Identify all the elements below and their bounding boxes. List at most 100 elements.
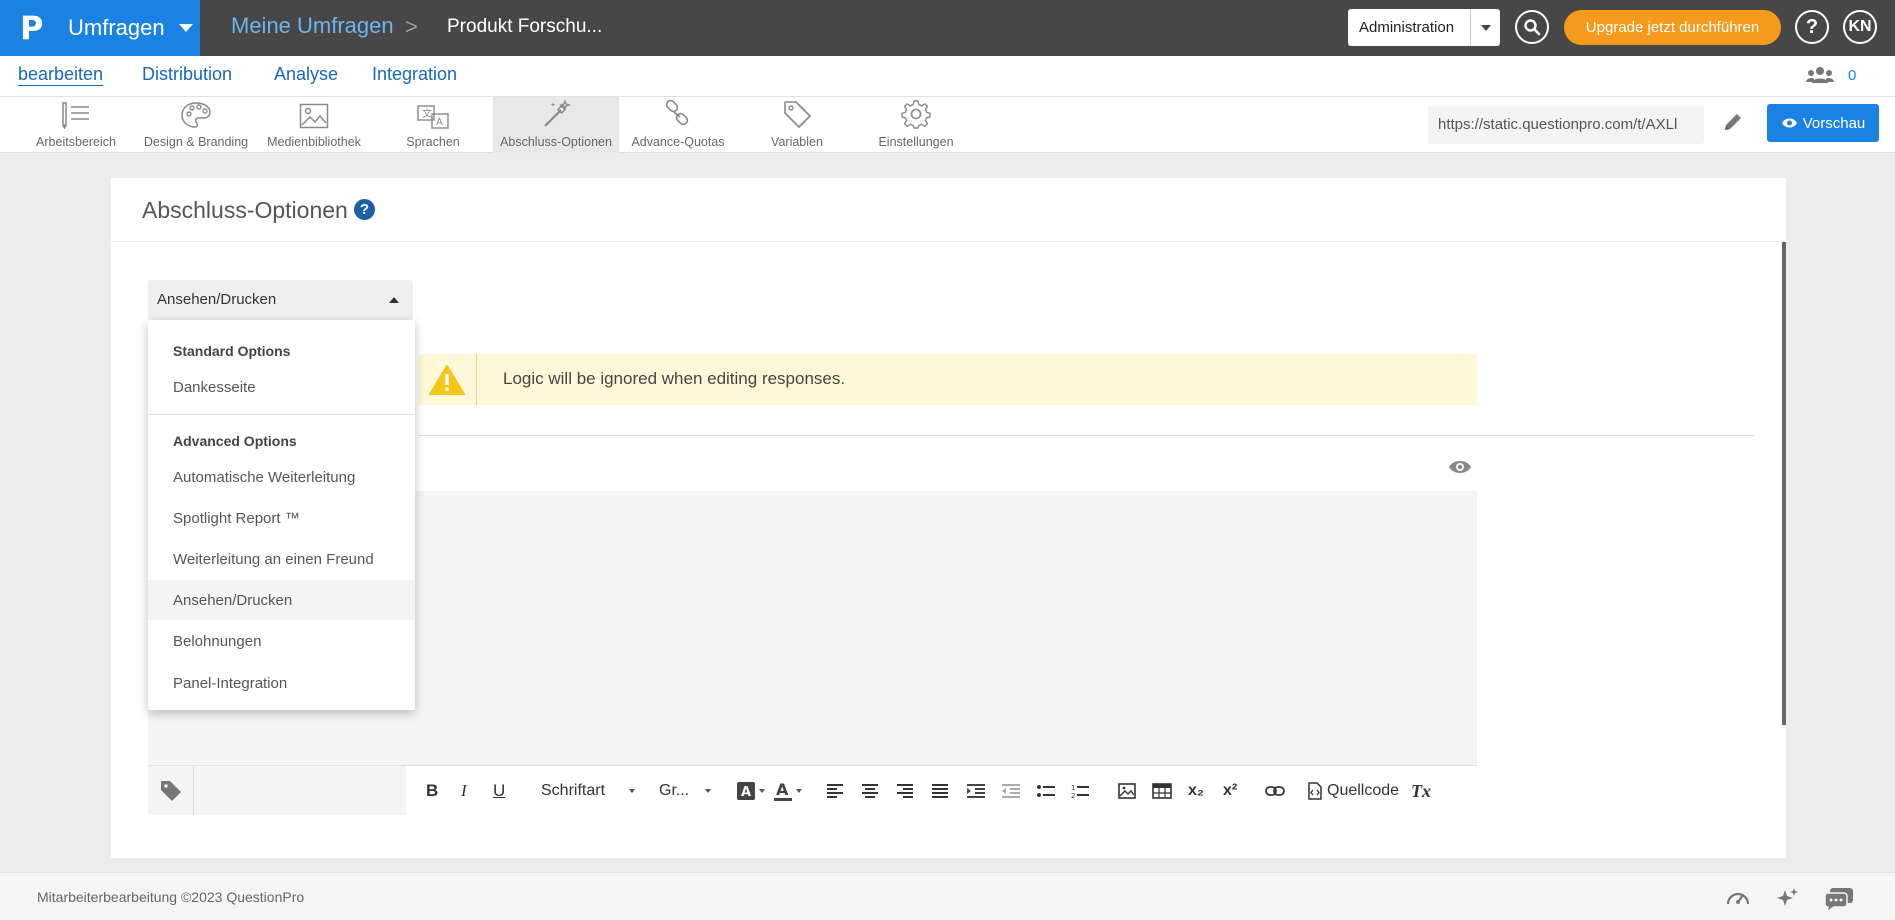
breadcrumb-home[interactable]: Meine Umfragen bbox=[231, 13, 394, 39]
menu-item-forward-friend[interactable]: Weiterleitung an einen Freund bbox=[148, 539, 415, 579]
edit-url-button[interactable] bbox=[1722, 111, 1744, 138]
image-icon bbox=[299, 103, 329, 129]
tool-einstellungen[interactable]: Einstellungen bbox=[866, 97, 966, 153]
speedometer-icon[interactable] bbox=[1726, 887, 1750, 912]
caret-up-icon bbox=[389, 297, 399, 303]
clear-format-button[interactable]: Tx bbox=[1411, 766, 1431, 816]
tab-distribution[interactable]: Distribution bbox=[142, 64, 232, 85]
preview-label: Vorschau bbox=[1802, 114, 1866, 132]
insert-tag-button[interactable] bbox=[148, 766, 194, 816]
svg-text:A: A bbox=[741, 785, 751, 800]
scrollbar[interactable] bbox=[1782, 242, 1786, 725]
tool-design-branding[interactable]: Design & Branding bbox=[140, 97, 252, 153]
menu-item-auto-redirect[interactable]: Automatische Weiterleitung bbox=[148, 457, 415, 497]
product-switcher[interactable]: P Umfragen bbox=[0, 0, 200, 56]
tab-integration[interactable]: Integration bbox=[372, 64, 457, 85]
sparkle-ai-icon[interactable] bbox=[1775, 887, 1799, 914]
translate-icon: 文A bbox=[417, 105, 449, 129]
insert-link-button[interactable] bbox=[1265, 766, 1285, 816]
admin-caret-button[interactable] bbox=[1470, 9, 1500, 46]
italic-button[interactable]: I bbox=[461, 766, 467, 816]
source-button[interactable]: Quellcode bbox=[1308, 766, 1399, 816]
indent-button[interactable] bbox=[967, 766, 985, 816]
caret-down-icon bbox=[759, 789, 765, 793]
background-color-button[interactable]: A bbox=[736, 766, 765, 816]
panel-header: Abschluss-Optionen ? bbox=[111, 178, 1786, 242]
subscript-button[interactable]: x₂ bbox=[1188, 766, 1204, 816]
menu-item-panel-integration[interactable]: Panel-Integration bbox=[148, 663, 415, 703]
source-code-icon bbox=[1308, 782, 1322, 800]
preview-eye-icon[interactable] bbox=[1448, 459, 1472, 480]
tab-bearbeiten[interactable]: bearbeiten bbox=[18, 64, 103, 85]
tool-label: Variablen bbox=[771, 135, 823, 149]
avatar[interactable]: KN bbox=[1843, 10, 1877, 44]
menu-item-view-print[interactable]: Ansehen/Drucken bbox=[148, 580, 415, 620]
menu-item-rewards[interactable]: Belohnungen bbox=[148, 621, 415, 661]
warning-icon-box bbox=[418, 354, 477, 405]
editor-toolbar: B I U Schriftart Gr... A A 12 x₂ x² Quel… bbox=[148, 765, 1477, 816]
bold-button[interactable]: B bbox=[426, 766, 438, 816]
outdent-button[interactable] bbox=[1002, 766, 1020, 816]
menu-group-advanced: Advanced Options bbox=[173, 433, 297, 449]
text-color-icon: A bbox=[774, 780, 792, 801]
tab-nav: bearbeiten Distribution Analyse Integrat… bbox=[0, 56, 1895, 97]
pencil-icon bbox=[1725, 114, 1741, 130]
preview-button[interactable]: Vorschau bbox=[1767, 104, 1879, 142]
admin-dropdown[interactable]: Administration bbox=[1348, 9, 1500, 46]
format-toolbar: B I U Schriftart Gr... A A 12 x₂ x² Quel… bbox=[406, 766, 1477, 816]
survey-url-field[interactable]: https://static.questionpro.com/t/AXLl bbox=[1428, 106, 1704, 144]
superscript-button[interactable]: x² bbox=[1223, 766, 1237, 816]
breadcrumb-separator: > bbox=[405, 14, 418, 39]
menu-item-spotlight-report[interactable]: Spotlight Report ™ bbox=[148, 498, 415, 538]
insert-table-button[interactable] bbox=[1152, 766, 1172, 816]
search-button[interactable] bbox=[1515, 10, 1549, 44]
highlight-icon: A bbox=[737, 782, 755, 800]
help-button[interactable]: ? bbox=[1795, 10, 1829, 44]
tag-icon bbox=[784, 101, 811, 128]
table-icon bbox=[1152, 783, 1172, 799]
menu-divider bbox=[148, 414, 415, 415]
caret-down-icon bbox=[796, 789, 802, 793]
font-size-select[interactable]: Gr... bbox=[659, 766, 712, 816]
svg-text:文: 文 bbox=[422, 107, 432, 120]
numbered-list-button[interactable]: 12 bbox=[1071, 766, 1089, 816]
help-circle-icon[interactable]: ? bbox=[354, 199, 375, 220]
questionpro-logo: P bbox=[20, 9, 44, 47]
bullet-list-button[interactable] bbox=[1037, 766, 1055, 816]
justify-button[interactable] bbox=[932, 766, 948, 816]
chat-support-icon[interactable] bbox=[1824, 887, 1854, 916]
font-family-label: Schriftart bbox=[541, 782, 606, 799]
tool-medienbibliothek[interactable]: Medienbibliothek bbox=[262, 97, 366, 153]
tool-variablen[interactable]: Variablen bbox=[747, 97, 847, 153]
tool-advance-quotas[interactable]: Advance-Quotas bbox=[628, 97, 728, 153]
tool-label: Advance-Quotas bbox=[631, 135, 725, 149]
font-family-select[interactable]: Schriftart bbox=[541, 766, 636, 816]
caret-down-icon bbox=[629, 789, 636, 793]
text-color-button[interactable]: A bbox=[773, 766, 802, 816]
outdent-icon bbox=[1002, 784, 1020, 798]
numbered-list-icon: 12 bbox=[1071, 784, 1089, 799]
tool-arbeitsbereich[interactable]: Arbeitsbereich bbox=[27, 97, 125, 153]
caret-down-icon bbox=[1480, 24, 1491, 31]
align-left-button[interactable] bbox=[827, 766, 843, 816]
menu-item-dankesseite[interactable]: Dankesseite bbox=[148, 367, 415, 407]
bullet-list-icon bbox=[1037, 785, 1055, 797]
top-bar: P Umfragen Meine Umfragen > Produkt Fors… bbox=[0, 0, 1895, 56]
warning-banner: Logic will be ignored when editing respo… bbox=[418, 354, 1477, 405]
tab-analyse[interactable]: Analyse bbox=[274, 64, 338, 85]
option-dropdown-menu: Standard Options Dankesseite Advanced Op… bbox=[148, 320, 415, 710]
align-right-button[interactable] bbox=[897, 766, 913, 816]
insert-image-button[interactable] bbox=[1118, 766, 1136, 816]
breadcrumb-current[interactable]: Produkt Forschu... bbox=[447, 16, 602, 38]
collaborator-count: 0 bbox=[1848, 66, 1857, 84]
underline-button[interactable]: U bbox=[493, 766, 505, 816]
font-size-label: Gr... bbox=[659, 782, 690, 799]
warning-text: Logic will be ignored when editing respo… bbox=[503, 369, 846, 388]
collaborators[interactable]: 0 bbox=[1806, 66, 1856, 84]
tool-abschluss-optionen[interactable]: Abschluss-Optionen bbox=[493, 97, 619, 153]
tool-sprachen[interactable]: 文A Sprachen bbox=[390, 97, 476, 153]
upgrade-button[interactable]: Upgrade jetzt durchführen bbox=[1564, 10, 1781, 45]
users-icon bbox=[1806, 67, 1834, 83]
option-select[interactable]: Ansehen/Drucken bbox=[148, 280, 413, 320]
align-center-button[interactable] bbox=[862, 766, 878, 816]
